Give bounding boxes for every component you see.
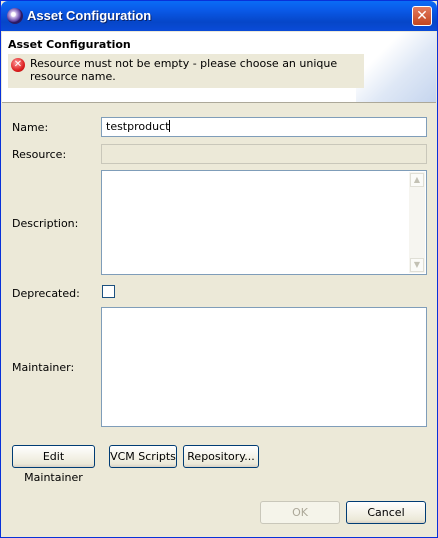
close-button[interactable]: ✕	[412, 6, 432, 26]
description-textarea[interactable]: ▲ ▼	[101, 170, 427, 275]
banner-heading: Asset Configuration	[8, 38, 131, 51]
error-icon: ✕	[11, 58, 25, 72]
message-banner: Asset Configuration ✕ Resource must not …	[2, 32, 436, 103]
banner-decoration	[356, 32, 436, 102]
cancel-button[interactable]: Cancel	[346, 501, 426, 524]
name-input[interactable]: testproduct	[101, 117, 427, 137]
text-caret	[169, 120, 171, 132]
name-input-value: testproduct	[106, 120, 171, 133]
scroll-down-icon[interactable]: ▼	[410, 258, 424, 272]
vcm-scripts-button[interactable]: VCM Scripts	[109, 445, 177, 468]
resource-input	[101, 144, 427, 164]
window-title: Asset Configuration	[27, 8, 152, 23]
deprecated-checkbox[interactable]	[102, 285, 115, 298]
repository-button[interactable]: Repository...	[183, 445, 259, 468]
scroll-up-icon[interactable]: ▲	[410, 173, 424, 187]
title-bar[interactable]: Asset Configuration ✕	[1, 1, 437, 31]
error-message: Resource must not be empty - please choo…	[30, 57, 338, 83]
resource-label: Resource:	[12, 148, 67, 161]
description-label: Description:	[12, 217, 79, 230]
edit-maintainer-button[interactable]: Edit Maintainer	[12, 445, 95, 484]
error-message-area: ✕ Resource must not be empty - please ch…	[8, 54, 364, 88]
name-label: Name:	[12, 121, 49, 134]
eclipse-app-icon	[7, 8, 23, 24]
deprecated-label: Deprecated:	[12, 287, 80, 300]
maintainer-label: Maintainer:	[12, 361, 75, 374]
description-scrollbar[interactable]: ▲ ▼	[409, 172, 425, 273]
dialog-window: Asset Configuration ✕ Asset Configuratio…	[0, 0, 438, 538]
maintainer-textarea[interactable]	[101, 307, 427, 427]
ok-button[interactable]: OK	[260, 501, 340, 524]
